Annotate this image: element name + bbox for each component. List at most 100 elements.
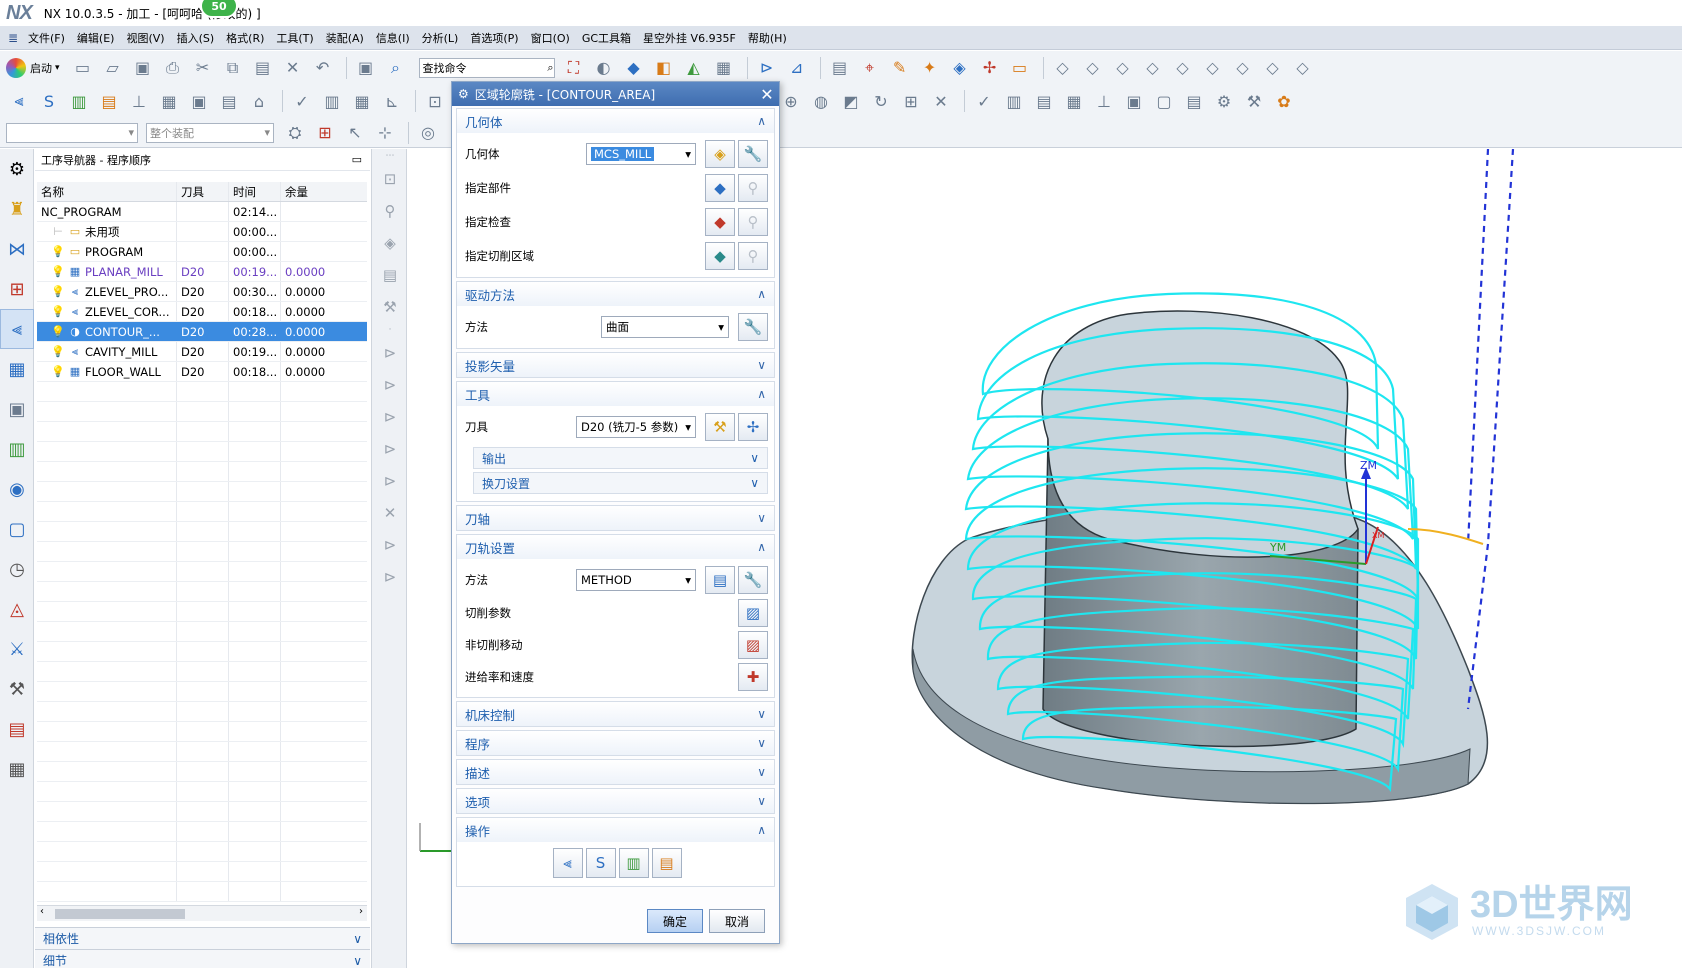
scrollbar-thumb[interactable] [55,909,185,919]
column-header-name[interactable]: 名称 [37,182,177,201]
machine-tool-nav-icon[interactable]: ▦ [0,349,34,389]
section-geometry-header[interactable]: 几何体 ∧ [457,109,774,133]
orient-icon[interactable]: ◩ [838,88,864,114]
info-icon[interactable]: ▣ [1121,88,1147,114]
transform-icon[interactable]: ⊿ [784,55,810,81]
display-part-button[interactable]: ⚲ [738,174,768,202]
measure-icon[interactable]: ✎ [887,55,913,81]
type-filter-select[interactable]: ▾ [6,122,138,143]
geometry-select[interactable]: MCS_MILL ▾ [586,143,696,165]
coordinate-icon[interactable]: ⌖ [857,55,883,81]
details-panel[interactable]: 细节 ∨ [35,949,370,968]
non-cut-button[interactable]: ▨ [738,631,768,659]
history-icon[interactable]: ▢ [0,509,34,549]
pattern-icon[interactable]: ⊞ [898,88,924,114]
web-browser-icon[interactable]: ◉ [0,469,34,509]
table-row-selected[interactable]: 💡 ◑ CONTOUR_... D20 00:28... 0.0000 [37,322,367,342]
geometry-view-icon[interactable]: ▦ [1061,88,1087,114]
new-geometry-button[interactable]: ◈ [705,140,735,168]
method-icon[interactable]: ▥ [319,88,345,114]
edit-drive-button[interactable]: 🔧 [738,313,768,341]
table-row[interactable]: 💡 ⫷ ZLEVEL_PRO... D20 00:30... 0.0000 [37,282,367,302]
notification-badge[interactable]: 50 [200,0,238,18]
view-front-icon[interactable]: ◇ [1080,55,1106,81]
op-path6-icon[interactable]: ✕ [372,497,408,529]
snap-point-icon[interactable]: ⊞ [312,120,338,146]
roles-icon[interactable]: ▤ [0,709,34,749]
edit-method-button[interactable]: 🔧 [738,566,768,594]
edit-geometry-button[interactable]: 🔧 [738,140,768,168]
edit-tool-button[interactable]: ✢ [738,413,768,441]
path-method-select[interactable]: METHOD ▾ [576,569,696,591]
select-box-icon[interactable]: ⊹ [372,120,398,146]
palette-icon[interactable]: ◬ [0,589,34,629]
start-button[interactable]: 启动 ▾ [6,57,60,78]
feed-icon[interactable]: ✓ [289,88,315,114]
library-books-icon[interactable]: ▥ [0,429,34,469]
menu-preferences[interactable]: 首选项(P) [470,30,518,46]
table-row[interactable]: 💡 ▦ FLOOR_WALL D20 00:18... 0.0000 [37,362,367,382]
table-row[interactable]: NC_PROGRAM 02:14... [37,202,367,222]
op-cube-icon[interactable]: ◈ [372,227,408,259]
menu-window[interactable]: 窗口(O) [531,30,570,46]
geometry-icon[interactable]: ⊾ [379,88,405,114]
transform-op-icon[interactable]: ⊕ [778,88,804,114]
generate-toolpath-icon[interactable]: ⫷ [6,88,32,114]
cube-view-icon[interactable]: ◆ [621,55,647,81]
dependencies-panel[interactable]: 相依性 ∨ [35,927,370,949]
fit-view-icon[interactable]: ⛶ [561,55,587,81]
operation-nav-icon[interactable]: ⫷ [0,309,34,349]
menu-format[interactable]: 格式(R) [226,30,264,46]
view-right-icon[interactable]: ◇ [1110,55,1136,81]
menu-grip-icon[interactable]: ≣ [8,31,22,45]
system-materials-icon[interactable]: ▦ [0,749,34,789]
mill-icon[interactable]: ⊥ [126,88,152,114]
table-row[interactable]: ⊢ ▭ 未用项 00:00... [37,222,367,242]
rotate-icon[interactable]: ↻ [868,88,894,114]
background-icon[interactable]: ▦ [711,55,737,81]
batch-icon[interactable]: ⚒ [1241,88,1267,114]
constraint-nav-icon[interactable]: ⋈ [0,229,34,269]
settings-icon[interactable]: ⚙ [1211,88,1237,114]
mirror-icon[interactable]: ◍ [808,88,834,114]
section-path-header[interactable]: 刀轨设置 ∧ [457,535,774,559]
op-path8-icon[interactable]: ⊳ [372,561,408,593]
feeds-button[interactable]: ✚ [738,663,768,691]
section-projection-header[interactable]: 投影矢量 ∨ [457,353,774,377]
command-search-input[interactable]: 查找命令 ⌕ [418,57,555,78]
menu-tools[interactable]: 工具(T) [276,30,313,46]
save-as-icon[interactable]: ▣ [353,55,379,81]
op-table-icon[interactable]: ▤ [372,259,408,291]
cut-params-button[interactable]: ▨ [738,599,768,627]
ruler-icon[interactable]: ▭ [1007,55,1033,81]
section-axis-header[interactable]: 刀轴 ∨ [457,506,774,530]
cut-icon-2[interactable]: ⊡ [422,88,448,114]
postprocess-icon[interactable]: ▦ [156,88,182,114]
table-icon[interactable]: ▤ [827,55,853,81]
view-bottom-icon[interactable]: ◇ [1200,55,1226,81]
doc-icon[interactable]: ▢ [1151,88,1177,114]
render-style-icon[interactable]: ◐ [591,55,617,81]
select-pointer-icon[interactable]: ↖ [342,120,368,146]
menu-file[interactable]: 文件(F) [28,30,65,46]
print-icon[interactable]: ⎙ [160,55,186,81]
assembly-filter-select[interactable]: 整个装配 ▾ [146,122,274,143]
list-button[interactable]: ▤ [651,848,682,878]
tool-list-icon[interactable]: ⌂ [246,88,272,114]
section-machine-header[interactable]: 机床控制 ∨ [457,702,774,726]
menu-plugin[interactable]: 星空外挂 V6.935F [643,30,736,46]
replay-toolpath-icon[interactable]: S [36,88,62,114]
view-custom-icon[interactable]: ◇ [1290,55,1316,81]
program-view-icon[interactable]: ▥ [1001,88,1027,114]
menu-insert[interactable]: 插入(S) [177,30,215,46]
op-cutter-icon[interactable]: ⚒ [372,291,408,323]
display-cut-area-button[interactable]: ⚲ [738,242,768,270]
robot-icon[interactable]: ⚒ [0,669,34,709]
table-row[interactable]: 💡 ⫷ ZLEVEL_COR... D20 00:18... 0.0000 [37,302,367,322]
op-bit-icon[interactable]: ⚲ [372,195,408,227]
clock-icon[interactable]: ◷ [0,549,34,589]
process-nav-icon[interactable]: ⚔ [0,629,34,669]
scroll-right-icon[interactable]: › [359,906,363,917]
cancel-button[interactable]: 取消 [709,909,765,933]
op-path4-icon[interactable]: ⊳ [372,433,408,465]
